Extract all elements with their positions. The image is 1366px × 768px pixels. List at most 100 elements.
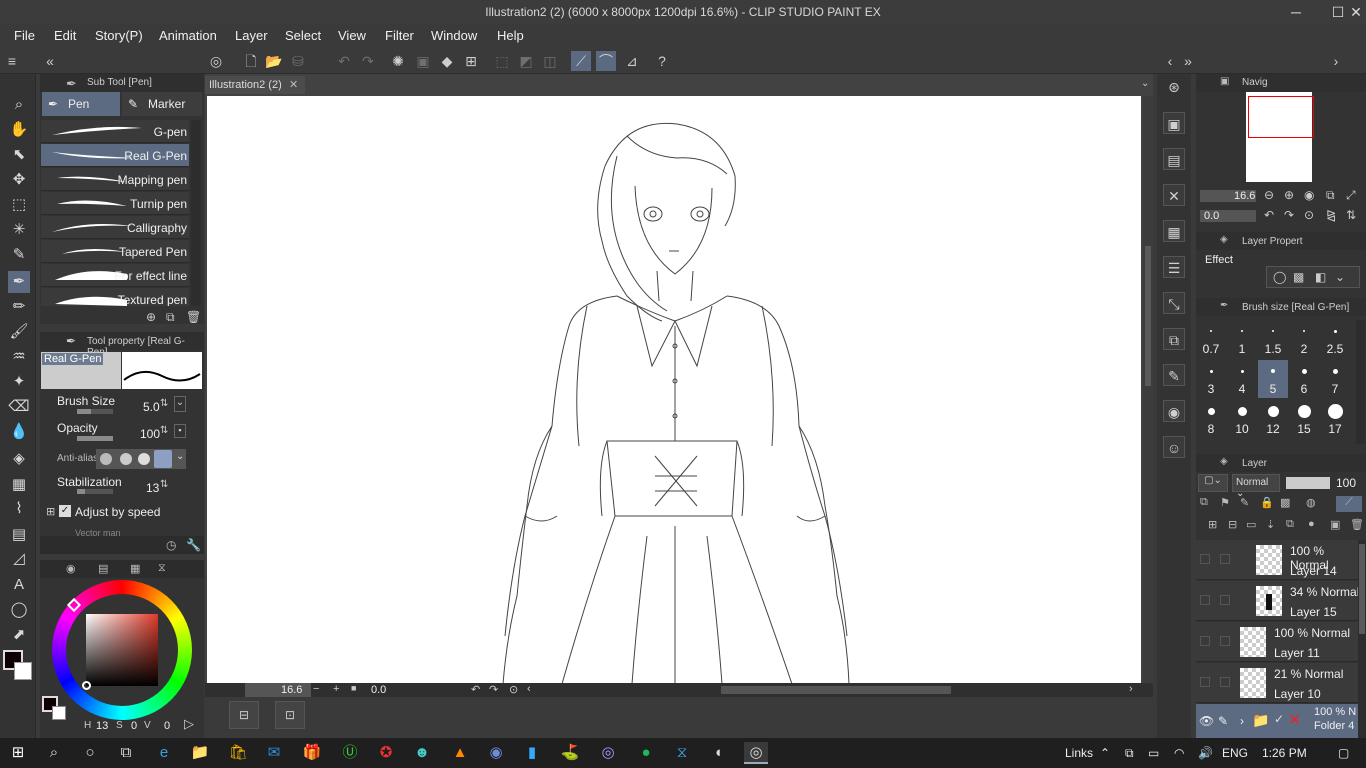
brush-icon[interactable]: 🖌 xyxy=(8,321,30,343)
sub-color-swatch[interactable] xyxy=(14,662,32,680)
edge-icon[interactable]: e xyxy=(152,742,176,764)
frame-border-icon[interactable]: ▤ xyxy=(8,524,30,546)
mask-layer-icon[interactable]: ● xyxy=(1308,518,1315,530)
chevron-down-icon[interactable]: ⌄ xyxy=(1335,270,1345,284)
visibility-toggle[interactable] xyxy=(1200,554,1210,564)
zoom-out-icon[interactable]: ⊖ xyxy=(1264,188,1274,202)
menu-file[interactable]: File xyxy=(14,28,35,43)
correct-line-icon[interactable]: ⬈ xyxy=(8,624,30,646)
chevron-left-icon[interactable]: ‹ xyxy=(527,683,531,695)
panel-collapse-icon[interactable]: ≡ xyxy=(2,51,22,71)
task-view-icon[interactable]: ⧉ xyxy=(114,742,138,764)
zoom-icon[interactable]: ⌕ xyxy=(8,94,30,116)
brush-item[interactable]: Textured pen xyxy=(41,288,189,306)
pressure-icon[interactable]: ⌄ xyxy=(174,396,186,412)
color-history-tab-icon[interactable]: ⧖ xyxy=(158,562,166,575)
visibility-toggle[interactable] xyxy=(1200,677,1210,687)
selection-area-icon[interactable]: ⬚ xyxy=(8,194,30,216)
rotate-right-icon[interactable]: ↷ xyxy=(1284,208,1294,222)
edit-toggle[interactable] xyxy=(1220,636,1230,646)
wifi-icon[interactable]: ◠ xyxy=(1174,746,1184,760)
brush-size-cell-selected[interactable]: 5 xyxy=(1258,360,1288,398)
pen-icon[interactable]: ✒ xyxy=(8,271,30,293)
add-sub-tool-icon[interactable]: ⊕ xyxy=(146,310,156,324)
airbrush-icon[interactable]: ♒ xyxy=(8,346,30,368)
brush-size-value[interactable]: 5.0 xyxy=(143,400,160,414)
eraser-icon[interactable]: ⌫ xyxy=(8,396,30,418)
app-swirl-icon[interactable]: ◎ xyxy=(596,742,620,764)
fill-icon[interactable]: ◆ xyxy=(437,51,457,71)
windows-start-icon[interactable]: ⊞ xyxy=(6,742,30,764)
navigator-preview[interactable] xyxy=(1246,92,1314,182)
adjust-by-speed-checkbox[interactable]: ✓ xyxy=(59,505,71,517)
menu-layer[interactable]: Layer xyxy=(235,28,268,43)
brush-size-cell[interactable]: 7 xyxy=(1320,360,1350,398)
fit-frame-icon[interactable]: ⊡ xyxy=(275,701,305,729)
frame-icon[interactable]: ⊟ xyxy=(229,701,259,729)
opacity-stepper[interactable]: ⇅ xyxy=(160,425,168,436)
menu-story[interactable]: Story(P) xyxy=(95,28,143,43)
balloon-icon[interactable]: ◯ xyxy=(8,599,30,621)
play-icon[interactable]: ▷ xyxy=(184,716,194,732)
ruler-link-icon[interactable]: ⟋ xyxy=(1336,496,1362,512)
layer-opacity-value[interactable]: 100 xyxy=(1336,476,1356,490)
search-icon[interactable]: ⌕ xyxy=(42,742,66,764)
close-window-icon[interactable]: ✕ xyxy=(1163,184,1185,206)
copy-icon[interactable]: ⧉ xyxy=(1163,328,1185,350)
app-character-icon[interactable]: ☻ xyxy=(410,742,434,764)
brush-size-scrollbar[interactable] xyxy=(1356,320,1365,444)
hand-icon[interactable]: ✋ xyxy=(8,119,30,141)
store-icon[interactable]: 🛍 xyxy=(226,742,250,764)
layer-icon[interactable]: ▤ xyxy=(1163,148,1185,170)
edit-icon[interactable]: ✎ xyxy=(1163,364,1185,386)
move-layer-icon[interactable]: ✥ xyxy=(8,169,30,191)
app-drive-icon[interactable]: ⛳ xyxy=(558,742,582,764)
menu-edit[interactable]: Edit xyxy=(54,28,76,43)
zoom-value[interactable]: 16.6 xyxy=(281,684,302,696)
check-icon[interactable]: ✓ xyxy=(1274,712,1284,726)
opacity-value[interactable]: 100 xyxy=(140,427,160,441)
menu-select[interactable]: Select xyxy=(285,28,321,43)
edit-toggle[interactable] xyxy=(1220,554,1230,564)
layer-row[interactable]: 100 % Normal Layer 14 xyxy=(1196,540,1358,580)
opacity-toggle-icon[interactable]: ▪ xyxy=(174,424,186,438)
layer-color-icon[interactable]: ◧ xyxy=(1315,270,1326,284)
blend-mode-select[interactable]: Normal ⌄ xyxy=(1232,474,1280,499)
reference-icon[interactable]: ⚑ xyxy=(1220,496,1230,509)
layer-row[interactable]: 21 % Normal Layer 10 xyxy=(1196,663,1358,703)
antialias-strong-icon[interactable] xyxy=(154,450,172,468)
app-blue-icon[interactable]: ▮ xyxy=(520,742,544,764)
x-mark-icon[interactable]: ✕ xyxy=(1288,710,1301,730)
menu-view[interactable]: View xyxy=(338,28,366,43)
clip-studio-icon[interactable]: ◎ xyxy=(206,51,226,71)
deselect-icon[interactable]: ⬚ xyxy=(492,51,512,71)
document-tab[interactable]: Illustration2 (2) ✕ xyxy=(205,76,305,94)
new-file-icon[interactable]: 🗋 xyxy=(241,51,261,71)
mail-icon[interactable]: ✉ xyxy=(262,742,286,764)
loading-icon[interactable]: ✺ xyxy=(388,51,408,71)
canvas-vertical-scrollbar[interactable] xyxy=(1143,96,1153,684)
brush-item[interactable]: Calligraphy xyxy=(41,216,189,239)
app-u-icon[interactable]: Ⓤ xyxy=(338,742,362,764)
brush-size-cell[interactable]: 12 xyxy=(1258,400,1288,438)
brush-item[interactable]: Real G-Pen xyxy=(41,144,189,167)
clip-studio-taskbar-icon[interactable]: ◎ xyxy=(744,742,768,764)
resize-icon[interactable]: ⤡ xyxy=(1163,292,1185,314)
lock-icon[interactable]: 🔒 xyxy=(1260,496,1274,509)
transfer-down-icon[interactable]: ⇣ xyxy=(1266,518,1275,531)
brush-size-cell[interactable]: 10 xyxy=(1227,400,1257,438)
text-icon[interactable]: A xyxy=(8,574,30,596)
layer-opacity-slider[interactable] xyxy=(1286,477,1330,489)
wrench-icon[interactable]: 🔧 xyxy=(186,538,201,552)
brush-size-cell[interactable]: 2.5 xyxy=(1320,320,1350,358)
stabilization-slider[interactable] xyxy=(77,489,113,494)
brush-list-scrollbar[interactable] xyxy=(191,120,201,306)
figure-pose-icon[interactable]: ☺ xyxy=(1163,436,1185,458)
antialias-medium-icon[interactable] xyxy=(138,453,150,465)
tab-pen[interactable]: ✒ Pen xyxy=(42,92,120,116)
layer-list-scrollbar[interactable] xyxy=(1358,540,1366,738)
invert-selection-icon[interactable]: ◩ xyxy=(516,51,536,71)
zoom-in-icon[interactable]: + xyxy=(333,683,339,695)
expand-plus-icon[interactable]: ⊞ xyxy=(46,505,55,518)
eyedropper-icon[interactable]: ✎ xyxy=(8,244,30,266)
